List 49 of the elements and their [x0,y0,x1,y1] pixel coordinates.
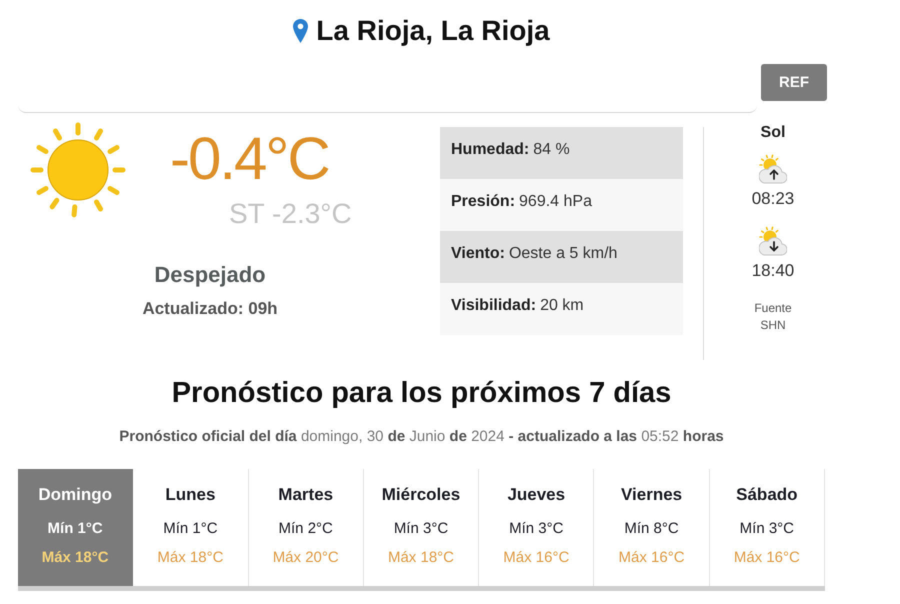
source-name: SHN [760,318,786,332]
min-temperature: Mín 1°C [48,520,103,538]
max-temperature: Máx 16°C [734,548,800,567]
detail-value: Oeste a 5 km/h [508,244,618,263]
min-temperature: Mín 8°C [624,520,679,538]
max-temperature: Máx 18°C [42,548,109,567]
max-temperature: Máx 18°C [388,548,454,567]
min-temperature: Mín 3°C [394,520,448,538]
day-name: Martes [278,485,334,506]
location-title: La Rioja, La Rioja [316,14,550,48]
updated-time: Actualizado: 09h [142,298,278,320]
detail-label: Viento: [451,244,505,263]
detail-value: 84 % [533,140,570,159]
day-name: Miércoles [382,485,460,506]
max-temperature: Máx 20°C [272,548,339,567]
feels-like-temperature: ST -2.3°C [229,200,352,228]
detail-label: Visibilidad: [451,296,536,315]
source-label: Fuente [754,300,792,315]
max-temperature: Máx 16°C [618,548,685,567]
ref-button[interactable]: REF [761,64,827,101]
forecast-heading: Pronóstico para los próximos 7 días [172,376,672,410]
day-name: Lunes [165,485,216,506]
detail-value: 20 km [540,296,584,315]
location-pin-icon [293,18,308,43]
min-temperature: Mín 1°C [163,520,218,538]
detail-label: Presión: [451,192,516,211]
sun-icon [30,122,126,218]
sun-event-time: 18:40 [752,261,794,282]
sunrise-icon [759,154,787,184]
min-temperature: Mín 3°C [509,520,564,538]
day-name: Viernes [621,485,682,506]
forecast-day-card[interactable]: Martes Mín 2°C Máx 20°C [248,469,364,586]
weather-condition: Despejado [154,262,266,288]
detail-label: Humedad: [451,140,530,159]
forecast-day-card[interactable]: Sábado Mín 3°C Máx 16°C [710,469,825,586]
min-temperature: Mín 2°C [278,520,333,538]
forecast-day-card[interactable]: Domingo Mín 1°C Máx 18°C [18,469,134,586]
detail-value: 969.4 hPa [519,192,592,211]
forecast-subtitle: Pronóstico oficial del día domingo, 30 de Junio de 2024 - actualizado a las 05:52 horas [119,428,724,446]
day-name: Sábado [736,485,798,506]
max-temperature: Máx 18°C [157,548,224,567]
sun-event-time: 08:23 [752,188,794,210]
day-name: Domingo [38,485,112,506]
sun-title: Sol [760,122,786,142]
day-name: Jueves [507,485,566,506]
max-temperature: Máx 16°C [503,548,570,567]
min-temperature: Mín 3°C [740,520,794,538]
current-temperature: -0.4°C [170,128,329,189]
sunset-icon [759,226,787,256]
